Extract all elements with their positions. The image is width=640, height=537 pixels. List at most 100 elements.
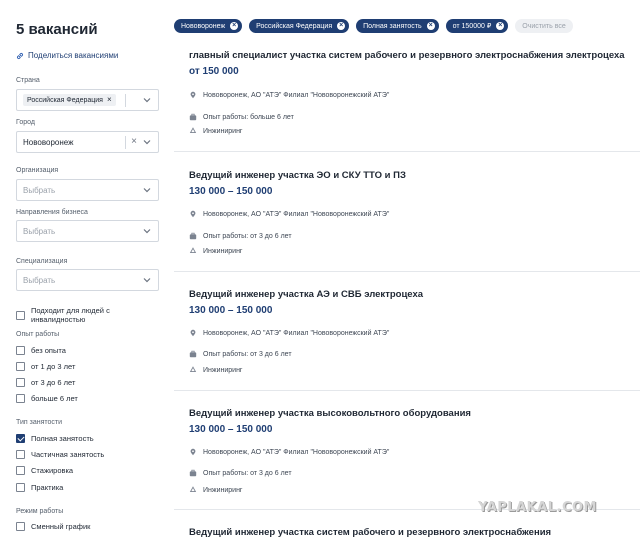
location-pin-icon bbox=[190, 210, 196, 218]
briefcase-icon bbox=[189, 350, 197, 358]
job-experience: Опыт работы: больше 6 лет bbox=[189, 113, 294, 121]
chevron-down-icon[interactable] bbox=[142, 185, 152, 195]
disability-checkbox-row[interactable]: Подходит для людей с инвалидностью bbox=[16, 306, 159, 324]
employment-option-label: Стажировка bbox=[31, 466, 74, 475]
experience-checkbox[interactable] bbox=[16, 346, 25, 355]
experience-option-label: от 3 до 6 лет bbox=[31, 378, 76, 387]
specialization-label: Специализация bbox=[16, 258, 68, 265]
chevron-down-icon[interactable] bbox=[142, 95, 152, 105]
job-location: Нововоронеж, АО "АТЭ" Филиал "Нововороне… bbox=[189, 210, 389, 218]
briefcase-icon bbox=[189, 232, 197, 240]
employment-option-label: Полная занятость bbox=[31, 434, 94, 443]
experience-option[interactable]: от 1 до 3 лет bbox=[16, 362, 75, 371]
schedule-option[interactable]: Сменный график bbox=[16, 522, 90, 531]
job-category: Инжиниринг bbox=[189, 247, 243, 255]
select-divider bbox=[125, 94, 126, 107]
country-select[interactable]: Российская Федерация × bbox=[16, 89, 159, 111]
schedule-title: Режим работы bbox=[16, 508, 64, 515]
specialization-select[interactable]: Выбрать bbox=[16, 269, 159, 291]
close-icon[interactable]: × bbox=[230, 22, 239, 30]
experience-checkbox[interactable] bbox=[16, 362, 25, 371]
job-experience: Опыт работы: от 3 до 6 лет bbox=[189, 469, 292, 477]
city-value: Нововоронеж bbox=[23, 137, 74, 147]
business-select[interactable]: Выбрать bbox=[16, 220, 159, 242]
employment-option-label: Практика bbox=[31, 483, 64, 492]
schedule-checkbox[interactable] bbox=[16, 522, 25, 531]
job-location-text: Нововоронеж, АО "АТЭ" Филиал "Нововороне… bbox=[203, 448, 390, 456]
briefcase-icon bbox=[189, 113, 197, 121]
job-category-text: Инжиниринг bbox=[203, 366, 243, 374]
job-title[interactable]: Ведущий инженер участка систем рабочего … bbox=[189, 527, 551, 537]
job-location: Нововоронеж, АО "АТЭ" Филиал "Нововороне… bbox=[189, 91, 389, 99]
business-placeholder: Выбрать bbox=[23, 226, 56, 236]
job-location-text: Нововоронеж, АО "АТЭ" Филиал "Нововороне… bbox=[203, 329, 390, 337]
filter-chip[interactable]: от 150000 ₽ × bbox=[445, 19, 509, 33]
experience-option[interactable]: от 3 до 6 лет bbox=[16, 378, 75, 387]
filter-chip-label: от 150000 ₽ bbox=[452, 23, 492, 30]
job-salary: 130 000 – 150 000 bbox=[189, 186, 273, 197]
close-icon[interactable]: × bbox=[426, 22, 435, 30]
job-location: Нововоронеж, АО "АТЭ" Филиал "Нововороне… bbox=[189, 329, 389, 337]
job-category-text: Инжиниринг bbox=[203, 486, 243, 494]
job-location: Нововоронеж, АО "АТЭ" Филиал "Нововороне… bbox=[189, 448, 389, 456]
experience-checkbox[interactable] bbox=[16, 394, 25, 403]
location-pin-icon bbox=[190, 329, 196, 337]
disability-checkbox[interactable] bbox=[16, 310, 25, 320]
job-title[interactable]: Ведущий инженер участка АЭ и СВБ электро… bbox=[189, 289, 423, 300]
employment-option-label: Частичная занятость bbox=[31, 450, 105, 459]
briefcase-icon bbox=[189, 469, 197, 477]
filter-chip-label: Полная занятость bbox=[363, 22, 422, 30]
city-select[interactable]: Нововоронеж × bbox=[16, 131, 159, 153]
job-category: Инжиниринг bbox=[189, 366, 243, 374]
chevron-down-icon[interactable] bbox=[142, 137, 152, 147]
experience-option[interactable]: больше 6 лет bbox=[16, 394, 78, 403]
chevron-down-icon[interactable] bbox=[142, 226, 152, 236]
job-salary: 130 000 – 150 000 bbox=[189, 424, 273, 435]
employment-checkbox[interactable] bbox=[16, 483, 25, 492]
business-label: Направления бизнеса bbox=[16, 209, 88, 216]
employment-checkbox[interactable] bbox=[16, 466, 25, 475]
job-title[interactable]: Ведущий инженер участка высоковольтного … bbox=[189, 408, 471, 419]
share-vacancies-label: Поделиться вакансиями bbox=[28, 51, 119, 60]
employment-option[interactable]: Практика bbox=[16, 483, 63, 492]
recycle-icon bbox=[189, 366, 197, 373]
remove-country-icon[interactable]: × bbox=[107, 96, 112, 104]
job-experience: Опыт работы: от 3 до 6 лет bbox=[189, 350, 292, 358]
recycle-icon bbox=[189, 486, 197, 493]
filter-chip-label: Российская Федерация bbox=[256, 22, 333, 30]
experience-option-label: больше 6 лет bbox=[31, 394, 78, 403]
job-category-text: Инжиниринг bbox=[203, 127, 243, 135]
employment-checkbox-checked[interactable] bbox=[16, 434, 25, 443]
vacancy-count-title: 5 вакансий bbox=[16, 21, 98, 38]
recycle-icon bbox=[189, 127, 197, 134]
filter-chip-label: Нововоронеж bbox=[181, 22, 226, 30]
employment-option[interactable]: Частичная занятость bbox=[16, 450, 104, 459]
close-icon[interactable]: × bbox=[337, 22, 346, 30]
job-location-text: Нововоронеж, АО "АТЭ" Филиал "Нововороне… bbox=[203, 91, 390, 99]
organization-select[interactable]: Выбрать bbox=[16, 179, 159, 201]
employment-option[interactable]: Полная занятость bbox=[16, 434, 94, 443]
select-divider bbox=[125, 136, 126, 149]
clear-city-icon[interactable]: × bbox=[131, 137, 137, 147]
job-experience-text: Опыт работы: больше 6 лет bbox=[203, 113, 294, 121]
share-vacancies-link[interactable]: Поделиться вакансиями bbox=[16, 51, 118, 60]
chevron-down-icon[interactable] bbox=[142, 275, 152, 285]
experience-option[interactable]: без опыта bbox=[16, 346, 66, 355]
employment-option[interactable]: Стажировка bbox=[16, 466, 73, 475]
country-chip: Российская Федерация × bbox=[23, 94, 116, 106]
employment-checkbox[interactable] bbox=[16, 450, 25, 459]
filter-chip[interactable]: Нововоронеж × bbox=[174, 19, 243, 33]
filter-chip[interactable]: Полная занятость × bbox=[356, 19, 439, 33]
job-salary: от 150 000 bbox=[189, 66, 239, 77]
location-pin-icon bbox=[190, 448, 196, 456]
experience-checkbox[interactable] bbox=[16, 378, 25, 387]
experience-option-label: без опыта bbox=[31, 346, 66, 355]
job-category-text: Инжиниринг bbox=[203, 247, 243, 255]
job-title[interactable]: Ведущий инженер участка ЭО и СКУ ТТО и П… bbox=[189, 170, 406, 181]
link-icon bbox=[16, 52, 24, 60]
clear-all-button[interactable]: Очистить все bbox=[515, 19, 573, 33]
close-icon[interactable]: × bbox=[496, 22, 505, 30]
divider bbox=[174, 390, 640, 391]
job-title[interactable]: главный специалист участка систем рабоче… bbox=[189, 50, 625, 61]
filter-chip[interactable]: Российская Федерация × bbox=[249, 19, 350, 33]
